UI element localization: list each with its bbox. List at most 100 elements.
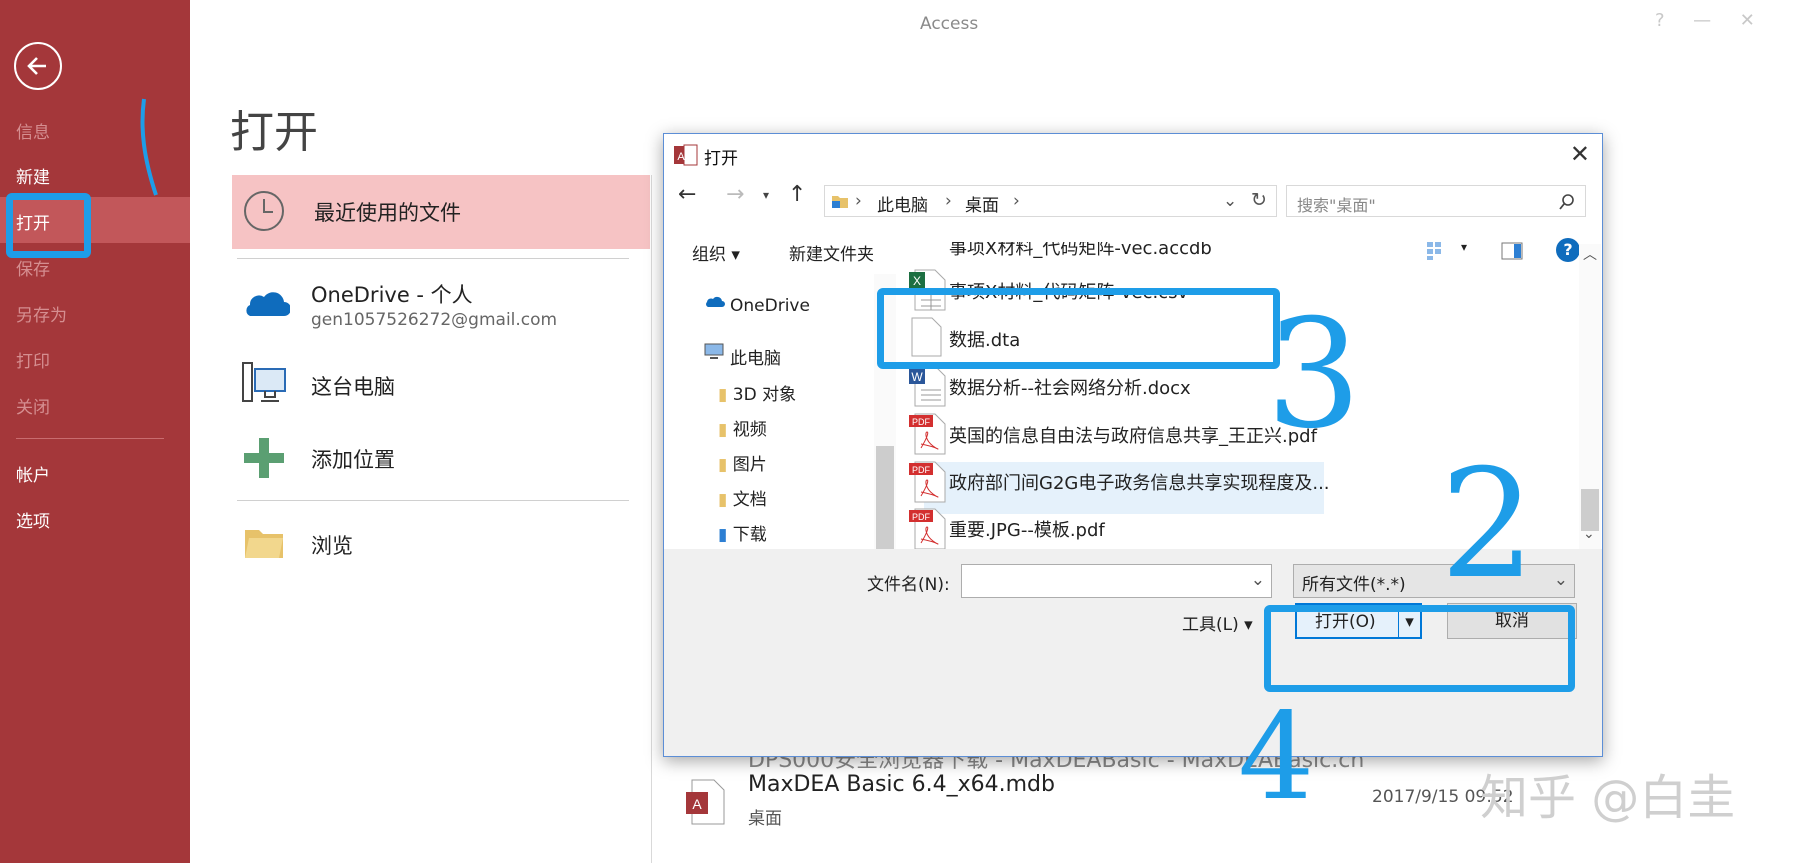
svg-text:A: A [692, 796, 702, 812]
documents-folder-icon: ▮ [718, 490, 728, 510]
tree-downloads[interactable]: ▮ 下载 [718, 520, 767, 545]
tree-scrollbar-thumb[interactable] [876, 446, 894, 556]
pane-divider [651, 175, 652, 863]
view-options-icon [1427, 242, 1441, 260]
onedrive-icon [246, 292, 290, 316]
tree-this-pc[interactable]: 此电脑 [730, 344, 781, 369]
chevron-down-icon[interactable]: ⌄ [1554, 570, 1568, 590]
clock-icon [244, 191, 284, 231]
tree-onedrive[interactable]: OneDrive [730, 296, 810, 316]
nav-item-close[interactable]: 关闭 [16, 393, 50, 418]
address-bar[interactable]: › 此电脑 › 桌面 › ⌄ ↻ [824, 185, 1277, 217]
chevron-down-icon[interactable]: ⌄ [1251, 570, 1265, 590]
file-item[interactable]: 事项X材料_代码矩阵-vec.accdb [949, 242, 1212, 260]
page-title: 打开 [230, 107, 318, 158]
computer-icon [242, 362, 286, 402]
annotation-box-csv [877, 288, 1280, 369]
dialog-close-icon[interactable]: ✕ [1570, 140, 1590, 168]
svg-text:PDF: PDF [912, 512, 931, 522]
tree-label: 3D 对象 [732, 385, 797, 405]
tree-pictures[interactable]: ▮ 图片 [718, 450, 767, 475]
annotation-pen-stroke [140, 98, 158, 196]
dialog-title: 打开 [704, 149, 738, 169]
scroll-down-icon[interactable]: ⌄ [1583, 526, 1595, 542]
svg-text:X: X [913, 274, 921, 288]
view-options-chevron-icon[interactable]: ▾ [1461, 240, 1467, 254]
preview-pane-icon [1501, 242, 1523, 260]
forward-arrow-icon[interactable]: → [726, 182, 744, 207]
access-file-icon: A [686, 779, 725, 825]
svg-text:PDF: PDF [912, 417, 931, 427]
recent-locations-chevron-icon[interactable]: ▾ [763, 188, 769, 202]
new-folder-button[interactable]: 新建文件夹 [789, 240, 874, 265]
tree-videos[interactable]: ▮ 视频 [718, 415, 767, 440]
pdf-file-icon: PDF [909, 413, 946, 455]
filetype-value: 所有文件(*.*) [1302, 575, 1406, 595]
pdf-file-icon: PDF [909, 461, 946, 503]
downloads-folder-icon: ▮ [718, 525, 728, 545]
up-arrow-icon[interactable]: ↑ [788, 182, 806, 207]
annotation-number: 4 [1238, 688, 1315, 827]
annotation-number: 2 [1440, 438, 1536, 612]
tools-button[interactable]: 工具(L) ▾ [1182, 610, 1253, 635]
pictures-folder-icon: ▮ [718, 455, 728, 475]
onedrive-email: gen1057526272@gmail.com [311, 310, 558, 330]
organize-button[interactable]: 组织 ▾ [692, 240, 740, 265]
location-add-place[interactable]: 添加位置 [311, 444, 395, 474]
nav-item-print[interactable]: 打印 [16, 347, 50, 372]
search-input[interactable]: 搜索"桌面" [1286, 185, 1586, 217]
svg-text:A: A [677, 151, 685, 163]
word-file-icon: W [909, 365, 946, 407]
annotation-box-filetype [1264, 605, 1575, 692]
search-icon [1559, 194, 1574, 210]
back-arrow-icon [27, 57, 46, 75]
folder-icon [245, 530, 283, 558]
nav-item-save-as[interactable]: 另存为 [16, 301, 67, 326]
location-browse[interactable]: 浏览 [311, 530, 353, 560]
filename-input[interactable]: ⌄ [961, 564, 1272, 598]
computer-icon [704, 343, 724, 359]
file-item[interactable]: 重要.JPG--模板.pdf [949, 516, 1105, 542]
file-item[interactable]: 政府部门间G2G电子政务信息共享实现程度及... [949, 469, 1330, 495]
nav-item-account[interactable]: 帐户 [16, 461, 50, 486]
tools-label: 工具(L) [1182, 615, 1239, 635]
folder-icon: ▮ [718, 385, 728, 405]
nav-item-info[interactable]: 信息 [16, 118, 50, 143]
scroll-up-icon[interactable]: ︿ [1583, 244, 1597, 264]
location-onedrive[interactable]: OneDrive - 个人 [311, 279, 473, 309]
back-button[interactable] [14, 42, 62, 90]
help-icon[interactable]: ? [1556, 238, 1580, 262]
file-item[interactable]: 英国的信息自由法与政府信息共享_王正兴.pdf [949, 422, 1317, 448]
location-recent-label: 最近使用的文件 [314, 201, 461, 225]
chevron-down-icon[interactable]: ⌄ [1223, 191, 1237, 211]
chevron-right-icon: › [945, 191, 952, 211]
tree-documents[interactable]: ▮ 文档 [718, 485, 767, 510]
file-scrollbar-thumb[interactable] [1581, 489, 1599, 531]
pdf-file-icon: PDF [909, 508, 946, 550]
svg-text:W: W [911, 370, 923, 384]
access-window: { "app": {"title": "Access"}, "nav": { "… [0, 0, 1811, 863]
tree-3d-objects[interactable]: ▮ 3D 对象 [718, 380, 796, 405]
divider [237, 500, 629, 501]
recent-file-name[interactable]: MaxDEA Basic 6.4_x64.mdb [748, 772, 1055, 797]
app-title: Access [920, 14, 979, 34]
back-arrow-icon[interactable]: ← [678, 182, 696, 207]
refresh-icon[interactable]: ↻ [1251, 189, 1267, 211]
file-item[interactable]: 数据分析--社会网络分析.docx [949, 374, 1191, 400]
tree-label: 视频 [732, 420, 767, 440]
breadcrumb-this-pc[interactable]: 此电脑 [877, 191, 928, 216]
add-location-icon [244, 438, 284, 478]
location-recent[interactable]: 最近使用的文件 [232, 175, 650, 249]
recent-file-location: 桌面 [748, 809, 782, 829]
organize-label: 组织 [692, 245, 726, 265]
nav-item-options[interactable]: 选项 [16, 507, 50, 532]
tree-label: 图片 [732, 455, 767, 475]
nav-item-save[interactable]: 保存 [16, 255, 50, 280]
annotation-number: 3 [1266, 288, 1362, 462]
folder-icon [832, 196, 848, 208]
nav-item-new[interactable]: 新建 [16, 163, 50, 188]
location-this-pc[interactable]: 这台电脑 [311, 371, 395, 401]
divider [237, 258, 629, 259]
tree-label: 文档 [732, 490, 767, 510]
breadcrumb-desktop[interactable]: 桌面 [965, 191, 999, 216]
